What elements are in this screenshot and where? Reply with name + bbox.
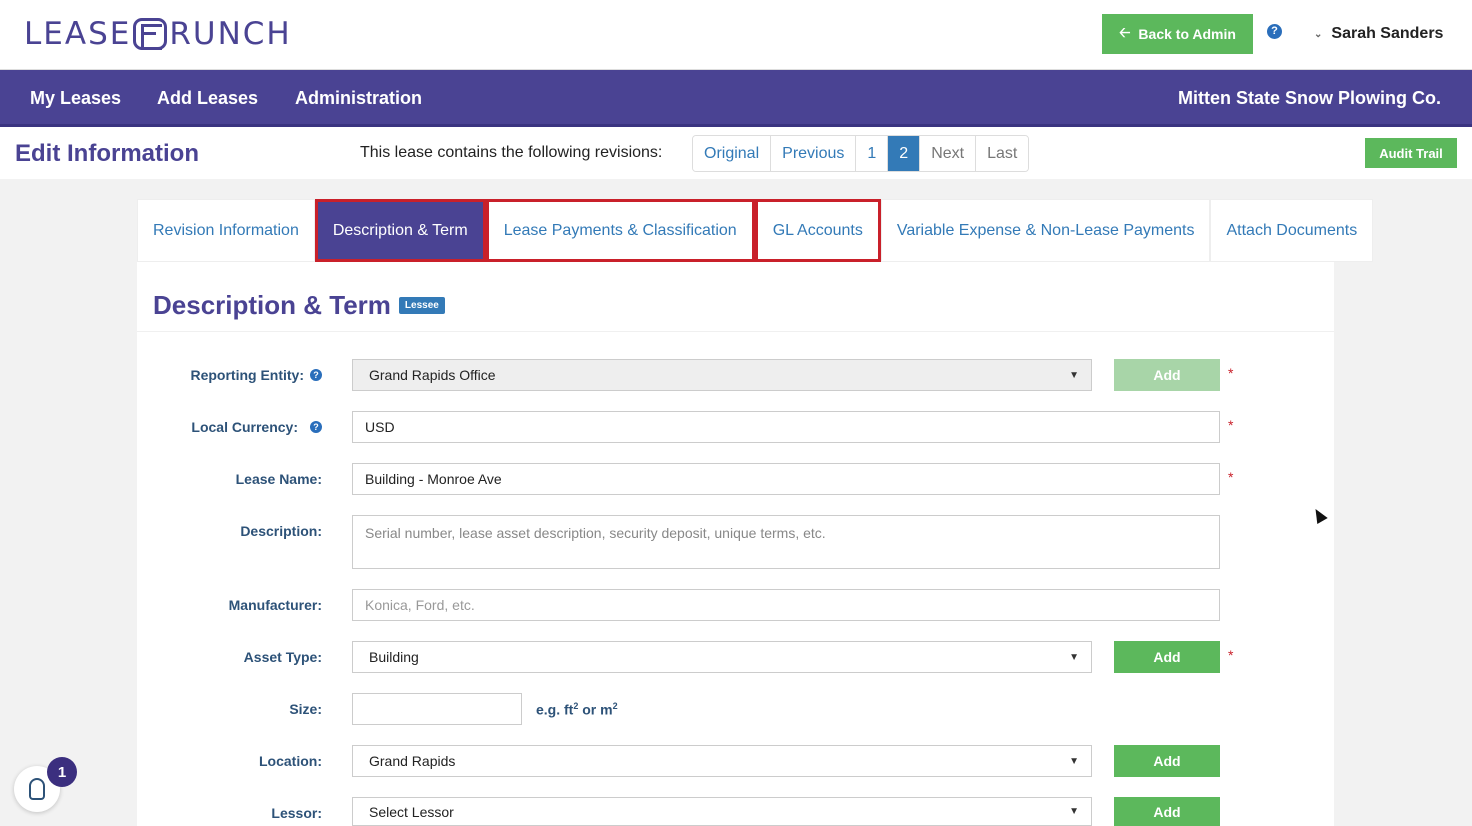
section-title-text: Description & Term <box>153 290 391 320</box>
subheader: Edit Information This lease contains the… <box>0 127 1472 179</box>
help-icon[interactable]: ? <box>1267 24 1282 39</box>
superscript: 2 <box>612 701 618 711</box>
lightbulb-icon <box>29 778 45 800</box>
manufacturer-label: Manufacturer: <box>228 597 322 613</box>
pager-last[interactable]: Last <box>976 136 1029 171</box>
lease-name-input[interactable]: Building - Monroe Ave <box>352 463 1220 495</box>
required-mark: * <box>1228 647 1234 663</box>
top-bar: LEASE RUNCH 🡠 Back to Admin ? ⌄ Sarah San… <box>0 0 1472 70</box>
local-currency-input[interactable]: USD <box>352 411 1220 443</box>
nav-add-leases[interactable]: Add Leases <box>157 88 258 109</box>
tab-lease-payments-classification[interactable]: Lease Payments & Classification <box>485 199 755 262</box>
required-mark: * <box>1228 365 1234 381</box>
asset-type-add-button[interactable]: Add <box>1114 641 1220 673</box>
tab-description-term[interactable]: Description & Term <box>314 199 486 262</box>
lessee-badge: Lessee <box>398 297 445 314</box>
nav-my-leases[interactable]: My Leases <box>30 88 121 109</box>
tab-bar: Revision Information Description & Term … <box>137 199 1374 262</box>
pager-previous[interactable]: Previous <box>771 136 857 171</box>
asset-type-select[interactable]: Building ▼ <box>352 641 1092 673</box>
company-name: Mitten State Snow Plowing Co. <box>1178 88 1441 108</box>
required-mark: * <box>1228 469 1234 485</box>
tab-revision-information[interactable]: Revision Information <box>137 199 315 262</box>
reporting-entity-value: Grand Rapids Office <box>369 367 496 383</box>
logo-mark-icon <box>133 18 168 50</box>
chevron-down-icon: ⌄ <box>1314 28 1323 40</box>
lease-name-value: Building - Monroe Ave <box>365 471 502 487</box>
manufacturer-input[interactable]: Konica, Ford, etc. <box>352 589 1220 621</box>
local-currency-label: Local Currency: ? <box>191 419 322 435</box>
logo[interactable]: LEASE RUNCH <box>24 16 292 52</box>
chevron-down-icon: ▼ <box>1069 369 1079 381</box>
tab-attach-documents[interactable]: Attach Documents <box>1210 199 1374 262</box>
chevron-down-icon: ▼ <box>1069 806 1079 817</box>
lessor-label: Lessor: <box>271 805 322 821</box>
reporting-entity-add-button[interactable]: Add <box>1114 359 1220 391</box>
size-input[interactable] <box>352 693 522 725</box>
description-placeholder: Serial number, lease asset description, … <box>365 525 826 541</box>
tab-variable-expense[interactable]: Variable Expense & Non-Lease Payments <box>880 199 1211 262</box>
lessor-value: Select Lessor <box>369 803 454 820</box>
description-textarea[interactable]: Serial number, lease asset description, … <box>352 515 1220 569</box>
size-hint: e.g. ft2 or m2 <box>536 701 618 718</box>
revision-pager: Original Previous 1 2 Next Last <box>692 135 1030 172</box>
local-currency-value: USD <box>365 419 395 435</box>
location-label: Location: <box>259 753 322 769</box>
nav-administration[interactable]: Administration <box>295 88 422 109</box>
size-hint-mid: or m <box>578 701 613 718</box>
help-icon[interactable]: ? <box>310 421 322 433</box>
asset-type-label: Asset Type: <box>243 649 322 665</box>
user-menu[interactable]: ⌄ Sarah Sanders <box>1314 22 1443 46</box>
reporting-entity-select[interactable]: Grand Rapids Office ▼ <box>352 359 1092 391</box>
size-label: Size: <box>289 701 322 717</box>
back-to-admin-button[interactable]: 🡠 Back to Admin <box>1102 14 1253 54</box>
size-hint-prefix: e.g. ft <box>536 701 574 718</box>
pager-next[interactable]: Next <box>920 136 977 171</box>
page-title: Edit Information <box>15 140 199 167</box>
pager-page-1[interactable]: 1 <box>856 136 889 171</box>
section-title: Description & Term Lessee <box>153 290 445 321</box>
chevron-down-icon: ▼ <box>1069 755 1079 767</box>
lessor-select[interactable]: Select Lessor ▼ <box>352 797 1092 826</box>
reporting-entity-label: Reporting Entity: ? <box>190 367 322 383</box>
panel-header: Description & Term Lessee <box>137 262 1334 332</box>
lease-name-label: Lease Name: <box>235 471 322 487</box>
lessor-add-button[interactable]: Add <box>1114 797 1220 826</box>
chevron-down-icon: ▼ <box>1069 651 1079 663</box>
pager-original[interactable]: Original <box>693 136 772 171</box>
tab-gl-accounts[interactable]: GL Accounts <box>754 199 881 262</box>
arrow-left-icon: 🡠 <box>1119 24 1131 40</box>
help-icon[interactable]: ? <box>310 369 322 381</box>
required-mark: * <box>1228 417 1234 433</box>
location-add-button[interactable]: Add <box>1114 745 1220 777</box>
main-nav: My Leases Add Leases Administration Mitt… <box>0 70 1472 127</box>
audit-trail-button[interactable]: Audit Trail <box>1365 138 1457 168</box>
local-currency-label-text: Local Currency: <box>191 419 298 435</box>
pager-page-2[interactable]: 2 <box>888 136 921 171</box>
user-name: Sarah Sanders <box>1331 25 1444 42</box>
location-select[interactable]: Grand Rapids ▼ <box>352 745 1092 777</box>
revisions-text: This lease contains the following revisi… <box>360 144 663 161</box>
asset-type-value: Building <box>369 649 419 665</box>
back-to-admin-label: Back to Admin <box>1138 26 1236 42</box>
notification-count-badge[interactable]: 1 <box>47 757 77 787</box>
manufacturer-placeholder: Konica, Ford, etc. <box>365 597 475 613</box>
location-value: Grand Rapids <box>369 753 456 769</box>
reporting-entity-label-text: Reporting Entity: <box>190 367 304 383</box>
description-label: Description: <box>240 523 322 539</box>
